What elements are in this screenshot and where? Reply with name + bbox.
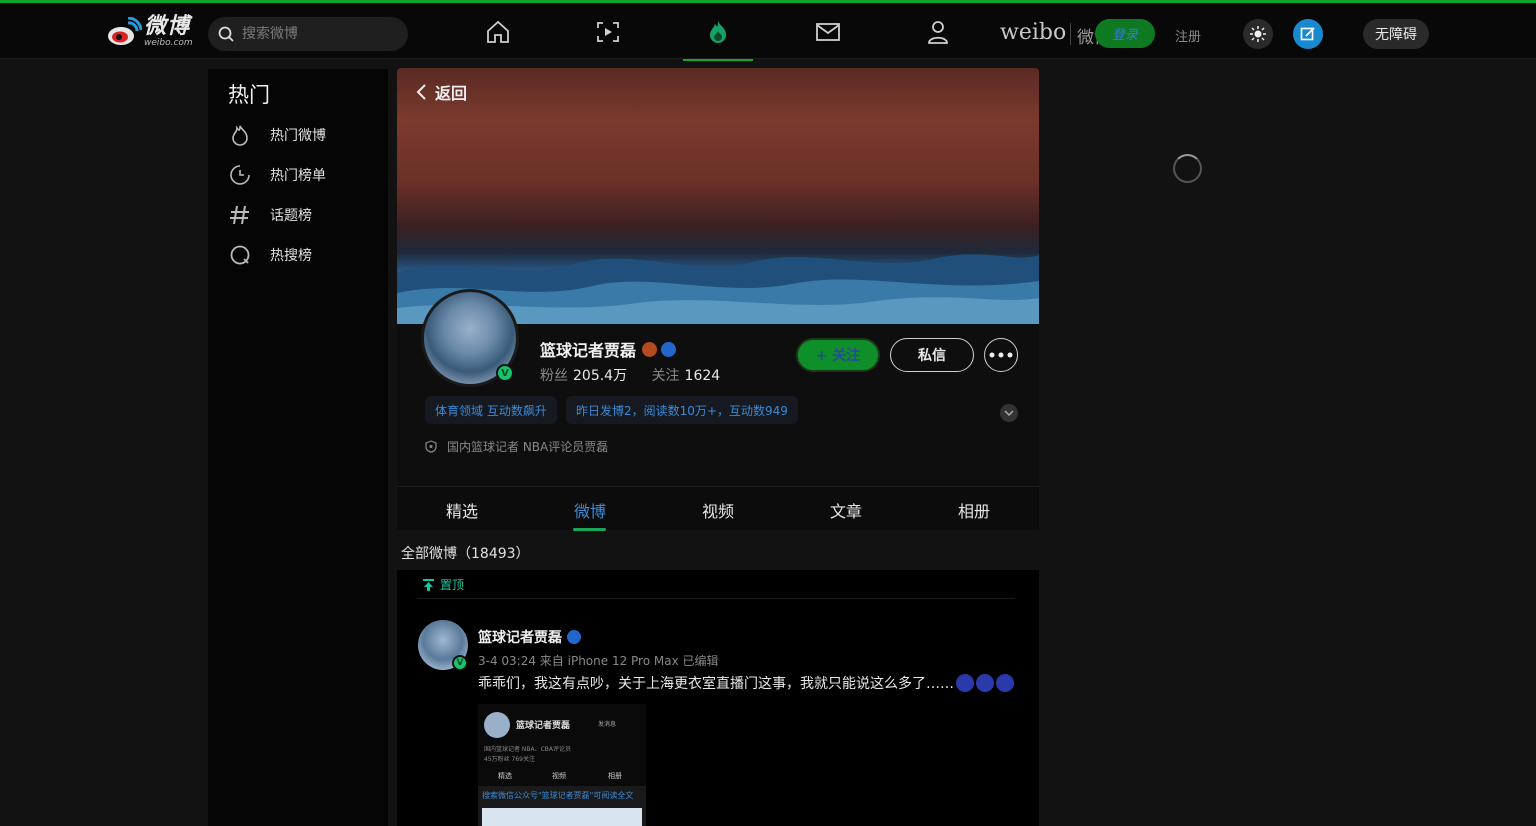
active-nav-indicator [683, 59, 753, 61]
pinned-badge: 置顶 [423, 576, 464, 593]
pinned-label: 置顶 [440, 578, 465, 592]
verified-badge: V [496, 364, 514, 382]
profile-stats: 粉丝 205.4万 关注 1624 [540, 365, 740, 385]
clock-chart-icon [228, 163, 252, 187]
post-author-name: 篮球记者贾磊 [478, 630, 562, 646]
video-icon[interactable] [593, 17, 623, 47]
image-tab-1: 精选 [498, 772, 512, 780]
more-dots-icon [989, 352, 1013, 358]
accessibility-button[interactable]: 无障碍 [1363, 19, 1429, 49]
login-button[interactable]: 登录 [1095, 19, 1155, 48]
profile-icon[interactable] [923, 17, 953, 47]
post-image[interactable]: 篮球记者贾磊 发消息 国内篮球记者 NBA、CBA评论员 45万粉丝 769关注… [478, 704, 646, 826]
theme-toggle-button[interactable] [1243, 19, 1273, 49]
weibo-logo[interactable]: 微博 weibo.com [106, 15, 198, 49]
direct-message-button[interactable]: 私信 [890, 338, 974, 372]
weibo-brand-text: weibo [1000, 20, 1067, 45]
image-name: 篮球记者贾磊 [516, 721, 571, 731]
back-button[interactable]: 返回 [415, 80, 467, 104]
logo-text-en: weibo.com [144, 38, 193, 48]
post-verified-badge: V [452, 655, 468, 671]
profile-bio: 国内篮球记者 NBA评论员贾磊 [425, 438, 608, 455]
sun-icon [1250, 26, 1266, 42]
sidebar-item-label: 话题榜 [270, 208, 312, 224]
following-count[interactable]: 1624 [685, 368, 721, 384]
search-ring-icon [228, 243, 252, 267]
weibo-eye-icon [106, 16, 143, 47]
bio-text: 国内篮球记者 NBA评论员贾磊 [447, 440, 609, 454]
sidebar-item-hot-list[interactable]: 热门榜单 [228, 163, 378, 187]
image-line-1: 国内篮球记者 NBA、CBA评论员 [484, 746, 572, 753]
profile-name-text: 篮球记者贾磊 [540, 341, 637, 360]
profile-tag[interactable]: 体育领域 互动数飙升 [425, 396, 557, 424]
image-line-2: 45万粉丝 769关注 [484, 756, 535, 763]
search-icon [218, 26, 234, 42]
emoji-icon [956, 674, 974, 692]
male-icon [642, 341, 658, 357]
chevron-down-icon [1004, 410, 1014, 417]
sidebar-item-label: 热门榜单 [270, 168, 326, 184]
compose-button[interactable] [1293, 19, 1323, 49]
active-tab-indicator [573, 528, 606, 531]
loading-spinner [1173, 154, 1202, 183]
profile-name: 篮球记者贾磊 [540, 337, 677, 361]
sidebar-title: 热门 [228, 83, 270, 107]
image-photo-strip [482, 808, 642, 826]
chevron-left-icon [416, 84, 426, 100]
sidebar-item-label: 热门微博 [270, 128, 326, 144]
search-input[interactable] [242, 26, 392, 42]
sidebar-item-label: 热搜榜 [270, 248, 312, 264]
post-feed: 置顶 V 篮球记者贾磊 3-4 03:24 来自 iPhone 12 Pro M… [397, 570, 1039, 826]
sidebar-item-hot-weibo[interactable]: 热门微博 [228, 123, 378, 147]
more-options-button[interactable] [984, 338, 1018, 372]
image-banner-text: 搜索微信公众号"篮球记者贾磊"可阅读全文 [482, 791, 634, 800]
back-label: 返回 [435, 84, 468, 103]
member-icon [567, 630, 581, 644]
sidebar-item-topics[interactable]: 话题榜 [228, 203, 378, 227]
sidebar-item-hot-search[interactable]: 热搜榜 [228, 243, 378, 267]
tab-video[interactable]: 视频 [702, 498, 734, 522]
image-avatar [484, 712, 510, 738]
profile-tabs: 精选 微博 视频 文章 相册 [397, 486, 1039, 531]
post-author[interactable]: 篮球记者贾磊 [478, 627, 581, 647]
top-navigation-bar: 微博 weibo.com weibo 微博 登录 注册 无障碍 [0, 0, 1536, 61]
expand-info-button[interactable] [1000, 404, 1018, 422]
profile-tag[interactable]: 昨日发博2，阅读数10万+，互动数949 [566, 396, 798, 424]
follow-button[interactable]: + 关注 [796, 338, 880, 372]
profile-cover-image: 返回 [397, 68, 1039, 324]
divider [417, 598, 1015, 599]
flame-icon [228, 123, 252, 147]
profile-main: 返回 V 篮球记者贾磊 粉丝 205.4万 关注 1624 + 关注 私信 体育领域… [397, 68, 1039, 826]
logo-text-cn: 微博 [144, 14, 191, 39]
shield-icon [425, 440, 437, 453]
pin-up-icon [423, 578, 434, 591]
image-tab-3: 相册 [608, 772, 622, 780]
register-link[interactable]: 注册 [1175, 26, 1201, 45]
image-tab-2: 视频 [552, 772, 566, 780]
following-label: 关注 [651, 368, 680, 384]
hot-icon[interactable] [703, 17, 733, 47]
message-icon[interactable] [813, 17, 843, 47]
tab-featured[interactable]: 精选 [446, 498, 478, 522]
emoji-icon [976, 674, 994, 692]
image-button: 发消息 [598, 721, 617, 728]
post-text: 乖乖们，我这有点吵，关于上海更衣室直播门这事，我就只能说这么多了…… [478, 673, 1014, 693]
emoji-icon [996, 674, 1014, 692]
tab-weibo[interactable]: 微博 [574, 498, 606, 522]
tab-articles[interactable]: 文章 [830, 498, 862, 522]
home-icon[interactable] [483, 17, 513, 47]
brand-divider [1070, 23, 1071, 45]
hash-icon [228, 203, 252, 227]
tab-album[interactable]: 相册 [958, 498, 990, 522]
fans-label: 粉丝 [540, 368, 568, 384]
post-meta[interactable]: 3-4 03:24 来自 iPhone 12 Pro Max 已编辑 [478, 652, 719, 669]
post-count: 全部微博（18493） [401, 546, 530, 562]
hot-sidebar: 热门 热门微博 热门榜单 话题榜 热搜榜 [208, 69, 388, 826]
post-text-content: 乖乖们，我这有点吵，关于上海更衣室直播门这事，我就只能说这么多了…… [478, 676, 954, 692]
edit-icon [1300, 27, 1315, 41]
search-box[interactable] [208, 17, 408, 51]
member-icon [661, 341, 677, 357]
fans-count[interactable]: 205.4万 [573, 368, 627, 384]
